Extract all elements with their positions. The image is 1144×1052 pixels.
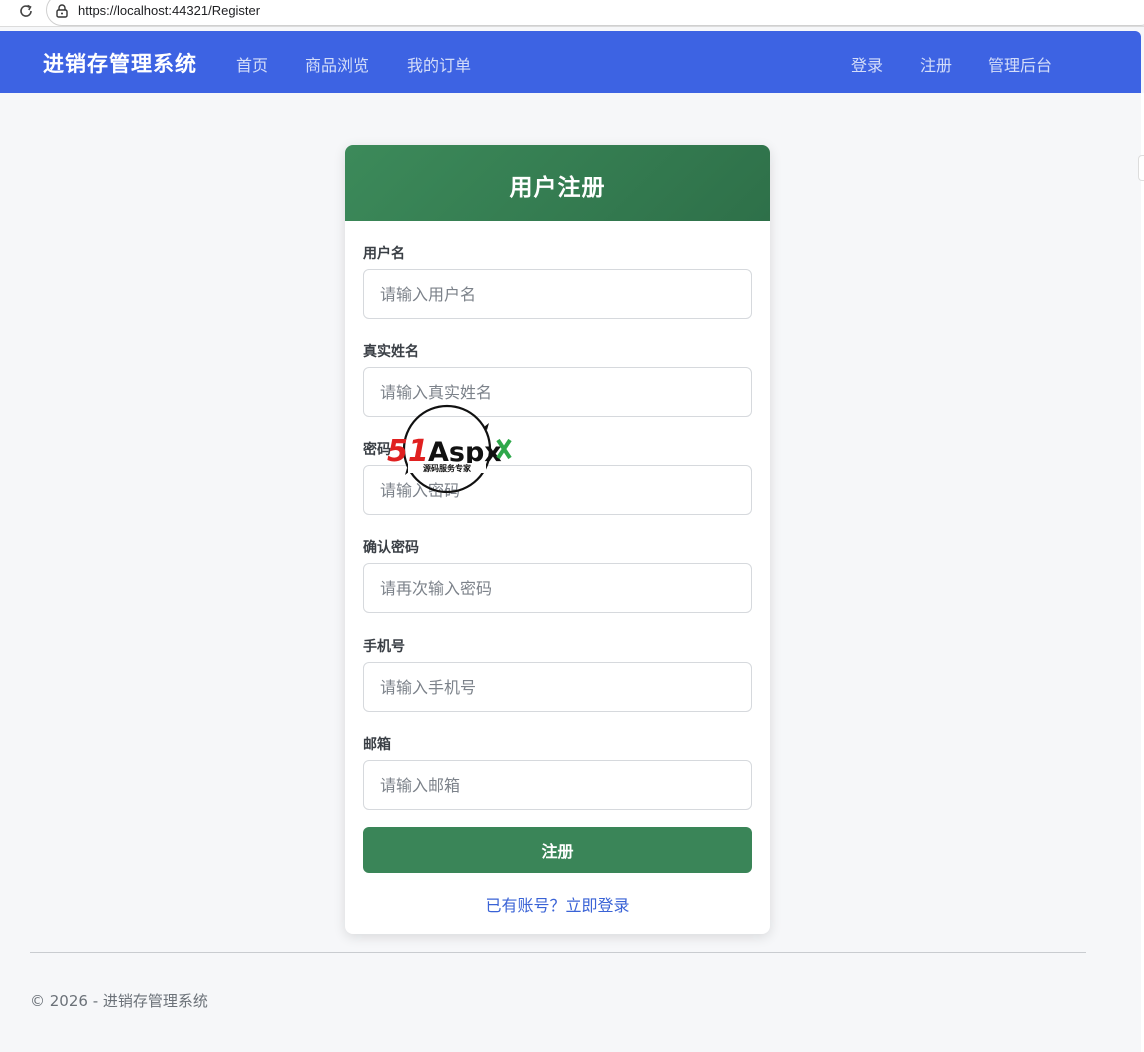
footer-divider [30, 952, 1086, 953]
nav-home[interactable]: 首页 [236, 52, 268, 76]
username-input[interactable] [363, 269, 752, 319]
watermark-logo: 51 Aspx 源码服务专家 [387, 404, 512, 494]
register-button[interactable]: 注册 [363, 827, 752, 873]
reload-icon[interactable] [18, 3, 34, 19]
nav-login[interactable]: 登录 [851, 52, 883, 76]
browser-toolbar: https://localhost:44321/Register [0, 0, 1144, 27]
phone-label: 手机号 [363, 639, 405, 655]
page-title: 用户注册 [509, 175, 606, 201]
email-label: 邮箱 [363, 737, 391, 753]
footer-copyright: © 2026 - 进销存管理系统 [30, 992, 208, 1010]
watermark-tagline: 源码服务专家 [423, 463, 472, 473]
confirm-password-input[interactable] [363, 563, 752, 613]
confirm-password-label: 确认密码 [363, 540, 419, 556]
nav-admin[interactable]: 管理后台 [988, 52, 1052, 76]
top-navbar: 进销存管理系统 首页 商品浏览 我的订单 登录 注册 管理后台 [0, 31, 1141, 93]
nav-register[interactable]: 注册 [920, 52, 952, 76]
phone-input[interactable] [363, 662, 752, 712]
username-label: 用户名 [363, 246, 405, 262]
nav-products[interactable]: 商品浏览 [305, 52, 369, 76]
card-header: 用户注册 [345, 145, 770, 221]
lock-icon[interactable] [56, 4, 68, 18]
brand-logo[interactable]: 进销存管理系统 [43, 48, 197, 78]
url-text[interactable]: https://localhost:44321/Register [78, 3, 260, 18]
nav-my-orders[interactable]: 我的订单 [407, 52, 471, 76]
realname-label: 真实姓名 [363, 344, 419, 360]
email-input[interactable] [363, 760, 752, 810]
register-card: 用户注册 用户名 真实姓名 密码 确认密码 手机号 邮箱 注册 已有账号？立即登… [345, 145, 770, 934]
side-tab[interactable] [1138, 155, 1144, 181]
login-link[interactable]: 已有账号？立即登录 [345, 892, 770, 916]
